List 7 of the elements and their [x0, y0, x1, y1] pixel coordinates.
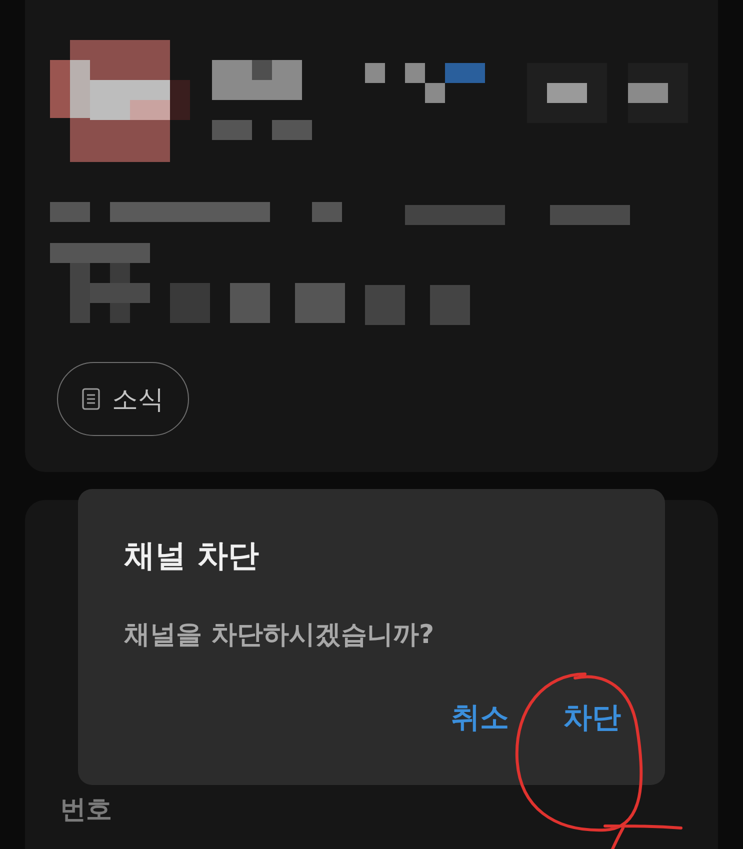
- news-button[interactable]: 소식: [57, 362, 189, 436]
- block-button[interactable]: 차단: [551, 690, 633, 746]
- cancel-button[interactable]: 취소: [439, 690, 521, 746]
- document-icon: [82, 388, 100, 410]
- info-label: 번호: [60, 795, 112, 825]
- dialog-title: 채널 차단: [124, 537, 260, 576]
- dialog-message: 채널을 차단하시겠습니까?: [124, 619, 436, 652]
